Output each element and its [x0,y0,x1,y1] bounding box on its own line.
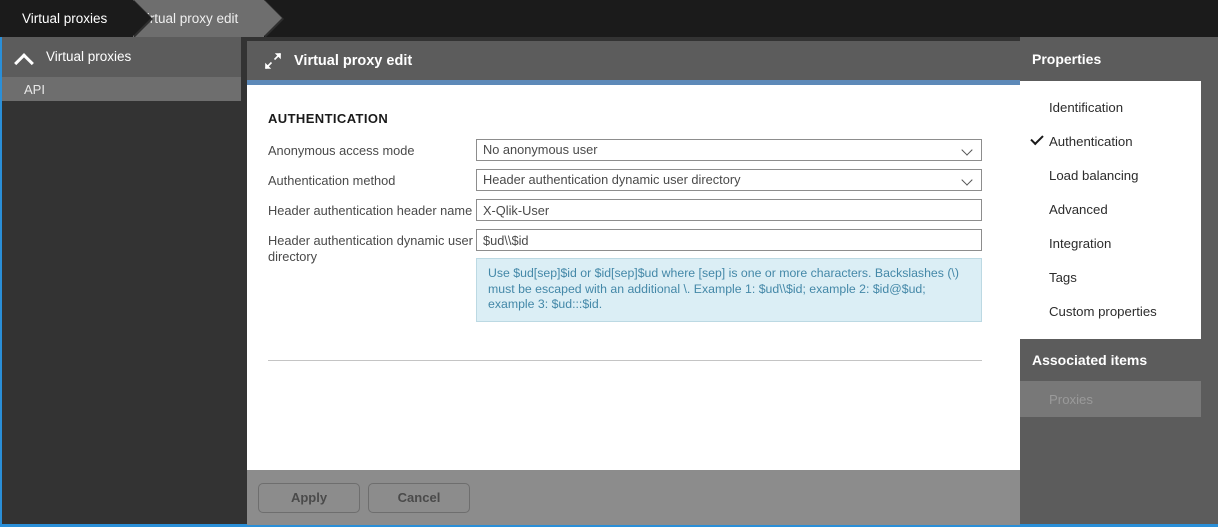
associated-item-label: Proxies [1049,391,1093,407]
field-label-authentication-method: Authentication method [268,173,396,188]
field-label-header-authentication-header-name: Header authentication header name [268,203,473,218]
right-column: Properties Identification Authentication… [1020,37,1218,524]
left-navigation: Virtual proxies API [2,37,241,101]
property-item-advanced[interactable]: Advanced [1020,192,1201,226]
form-row: Header authentication dynamic user direc… [268,229,1020,322]
sidebar-group-virtual-proxies[interactable]: Virtual proxies [2,37,241,76]
header-authentication-header-name-input[interactable] [476,199,982,221]
associated-items-title: Associated items [1032,352,1148,368]
select-value: No anonymous user [483,142,598,157]
panel-header: Virtual proxy edit [247,41,1020,80]
property-item-label: Identification [1049,99,1124,115]
property-item-label: Custom properties [1049,303,1157,319]
property-item-authentication[interactable]: Authentication [1020,124,1201,158]
header-authentication-dynamic-user-directory-input[interactable] [476,229,982,251]
property-item-label: Integration [1049,235,1112,251]
sidebar-group-label: Virtual proxies [46,49,132,64]
page-title: Virtual proxy edit [294,52,413,69]
field-label-anonymous-access-mode: Anonymous access mode [268,143,415,158]
chevron-up-icon [14,46,36,68]
sidebar-item-api[interactable]: API [2,76,241,101]
breadcrumb-item-label: Virtual proxies [22,11,108,26]
associated-item-proxies[interactable]: Proxies [1020,381,1201,417]
main-panel: Virtual proxy edit AUTHENTICATION Anonym… [247,41,1020,525]
breadcrumb-item-virtual-proxies[interactable]: Virtual proxies [0,0,154,37]
property-item-custom-properties[interactable]: Custom properties [1020,294,1201,328]
cancel-button[interactable]: Cancel [368,482,470,513]
form-area: AUTHENTICATION Anonymous access mode No … [247,85,1020,470]
form-row: Header authentication header name [268,199,1020,221]
field-control: Header authentication dynamic user direc… [476,169,1020,191]
anonymous-access-mode-select[interactable]: No anonymous user [476,139,982,161]
breadcrumb: Virtual proxies Virtual proxy edit [0,0,1218,37]
property-item-label: Tags [1049,269,1077,285]
property-item-integration[interactable]: Integration [1020,226,1201,260]
field-control [476,199,1020,221]
authentication-method-select[interactable]: Header authentication dynamic user direc… [476,169,982,191]
properties-title: Properties [1032,51,1102,67]
select-wrap: No anonymous user [476,139,982,161]
check-icon [1030,131,1044,146]
field-control: No anonymous user [476,139,1020,161]
application-window: Virtual proxies Virtual proxy edit Virtu… [0,0,1218,527]
form-row: Anonymous access mode No anonymous user [268,139,1020,161]
field-control: Use $ud[sep]$id or $id[sep]$ud where [se… [476,229,1020,322]
properties-list: Identification Authentication Load balan… [1020,81,1201,339]
property-item-identification[interactable]: Identification [1020,90,1201,124]
sidebar-item-label: API [24,81,45,97]
field-label-header-authentication-dynamic-user-directory: Header authentication dynamic user direc… [268,233,473,264]
apply-button[interactable]: Apply [258,482,360,513]
collapse-arrows-icon[interactable] [263,51,283,71]
form-divider [268,360,982,361]
property-item-tags[interactable]: Tags [1020,260,1201,294]
panel-footer: Apply Cancel [247,470,1020,525]
property-item-load-balancing[interactable]: Load balancing [1020,158,1201,192]
section-title: AUTHENTICATION [268,111,389,126]
select-value: Header authentication dynamic user direc… [483,172,741,187]
form-row: Authentication method Header authenticat… [268,169,1020,191]
select-wrap: Header authentication dynamic user direc… [476,169,982,191]
property-item-label: Authentication [1049,133,1133,149]
property-item-label: Advanced [1049,201,1108,217]
hint-text: Use $ud[sep]$id or $id[sep]$ud where [se… [476,258,982,322]
property-item-label: Load balancing [1049,167,1139,183]
